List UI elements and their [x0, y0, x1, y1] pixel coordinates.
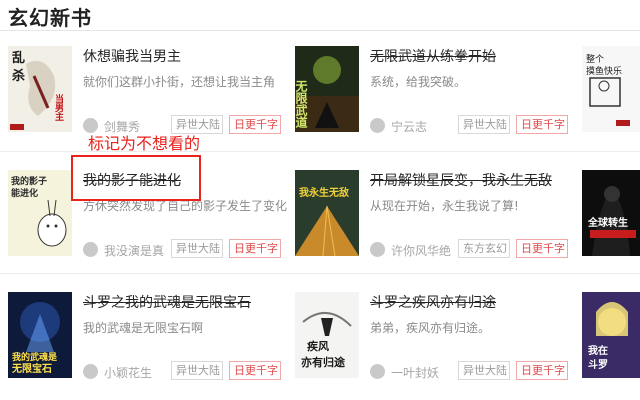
category-tag[interactable]: 异世大陆 [458, 361, 510, 380]
cover-text: 斗罗 [588, 359, 608, 371]
cover-text: 乱 [12, 50, 25, 65]
category-tag[interactable]: 异世大陆 [171, 361, 223, 380]
book-cover[interactable]: 我的影子 能进化 [8, 170, 72, 256]
book-cover-partial[interactable]: 我在 斗罗 [582, 292, 640, 378]
book-cover-art: 疾风 亦有归途 [295, 292, 359, 378]
book-description: 从现在开始，永生我说了算! [370, 199, 519, 213]
book-title[interactable]: 无限武道从练拳开始 [370, 46, 496, 66]
category-tag[interactable]: 东方玄幻 [458, 239, 510, 258]
book-cover-partial[interactable]: 全球转生 [582, 170, 640, 256]
author-name[interactable]: 宁云志 [391, 118, 427, 135]
author-avatar [370, 242, 385, 257]
cover-text: 杀 [12, 68, 25, 83]
cover-text: 整个 [586, 53, 604, 65]
book-card[interactable]: 我的武魂是 无限宝石 斗罗之我的武魂是无限宝石 我的武魂是无限宝石啊 小颖花生 … [8, 292, 298, 392]
book-cover-art: 我永生无敌 [295, 170, 359, 256]
section-title: 玄幻新书 [8, 6, 92, 30]
book-card[interactable]: 疾风 亦有归途 斗罗之疾风亦有归途 弟弟，疾风亦有归途。 一叶封妖 异世大陆 日… [295, 292, 585, 392]
annotation-highlight-box [71, 155, 201, 201]
cover-text: 疾风 [307, 339, 329, 353]
book-cover-art: 整个 摸鱼快乐 [582, 46, 640, 132]
book-cover[interactable]: 无限武道 [295, 46, 359, 132]
author-avatar [370, 364, 385, 379]
author-avatar [370, 118, 385, 133]
book-cover-art: 无限武道 [295, 46, 359, 132]
author-name[interactable]: 我没演是真 [104, 242, 164, 259]
row-divider [0, 273, 640, 274]
category-tag[interactable]: 异世大陆 [458, 115, 510, 134]
cover-text: 我在 [588, 344, 608, 357]
update-tag[interactable]: 日更千字 [516, 115, 568, 134]
book-cover-art: 我在 斗罗 [582, 292, 640, 378]
header-divider [0, 30, 640, 31]
book-card[interactable]: 无限武道 无限武道从练拳开始 系统，给我突破。 宁云志 异世大陆 日更千字 [295, 46, 585, 146]
cover-text: 能进化 [11, 187, 38, 199]
cover-text: 无限宝石 [11, 362, 52, 375]
update-tag[interactable]: 日更千字 [516, 239, 568, 258]
book-title[interactable]: 休想骗我当男主 [83, 46, 181, 66]
book-cover[interactable]: 我永生无敌 [295, 170, 359, 256]
annotation-label: 标记为不想看的 [88, 134, 201, 153]
cover-text: 全球转生 [587, 216, 628, 229]
book-card[interactable]: 我永生无敌 开局解锁星辰变，我永生无敌 从现在开始，永生我说了算! 许你风华绝 … [295, 170, 585, 270]
book-cover[interactable]: 乱 杀 当男主 [8, 46, 72, 132]
cover-text: 我的影子 [11, 175, 47, 187]
book-cover-art: 我的影子 能进化 [8, 170, 72, 256]
update-tag[interactable]: 日更千字 [229, 239, 281, 258]
cover-text: 无限武道 [295, 80, 308, 129]
cover-text: 亦有归途 [301, 355, 346, 369]
author-name[interactable]: 许你风华绝 [391, 242, 451, 259]
cover-text: 当男主 [53, 93, 64, 121]
update-tag[interactable]: 日更千字 [229, 115, 281, 134]
author-name[interactable]: 小颖花生 [104, 364, 152, 381]
book-description: 我的武魂是无限宝石啊 [83, 321, 204, 335]
author-name[interactable]: 一叶封妖 [391, 364, 439, 381]
cover-text: 我的武魂是 [12, 351, 58, 363]
book-cover-partial[interactable]: 整个 摸鱼快乐 [582, 46, 640, 132]
book-cover[interactable]: 疾风 亦有归途 [295, 292, 359, 378]
category-tag[interactable]: 异世大陆 [171, 239, 223, 258]
book-cover[interactable]: 我的武魂是 无限宝石 [8, 292, 72, 378]
author-avatar [83, 242, 98, 257]
book-cover-art: 我的武魂是 无限宝石 [8, 292, 72, 378]
book-title[interactable]: 开局解锁星辰变，我永生无敌 [370, 170, 552, 190]
book-description: 就你们这群小扑街，还想让我当主角 [83, 75, 276, 89]
book-description: 系统，给我突破。 [370, 75, 467, 89]
cover-text: 摸鱼快乐 [586, 65, 622, 77]
book-description: 弟弟，疾风亦有归途。 [370, 321, 491, 335]
update-tag[interactable]: 日更千字 [229, 361, 281, 380]
cover-text: 我永生无敌 [299, 186, 349, 199]
update-tag[interactable]: 日更千字 [516, 361, 568, 380]
book-cover-art: 全球转生 [582, 170, 640, 256]
book-cover-art: 乱 杀 当男主 [8, 46, 72, 132]
author-avatar [83, 364, 98, 379]
book-title[interactable]: 斗罗之疾风亦有归途 [370, 292, 496, 312]
book-title[interactable]: 斗罗之我的武魂是无限宝石 [83, 292, 251, 312]
